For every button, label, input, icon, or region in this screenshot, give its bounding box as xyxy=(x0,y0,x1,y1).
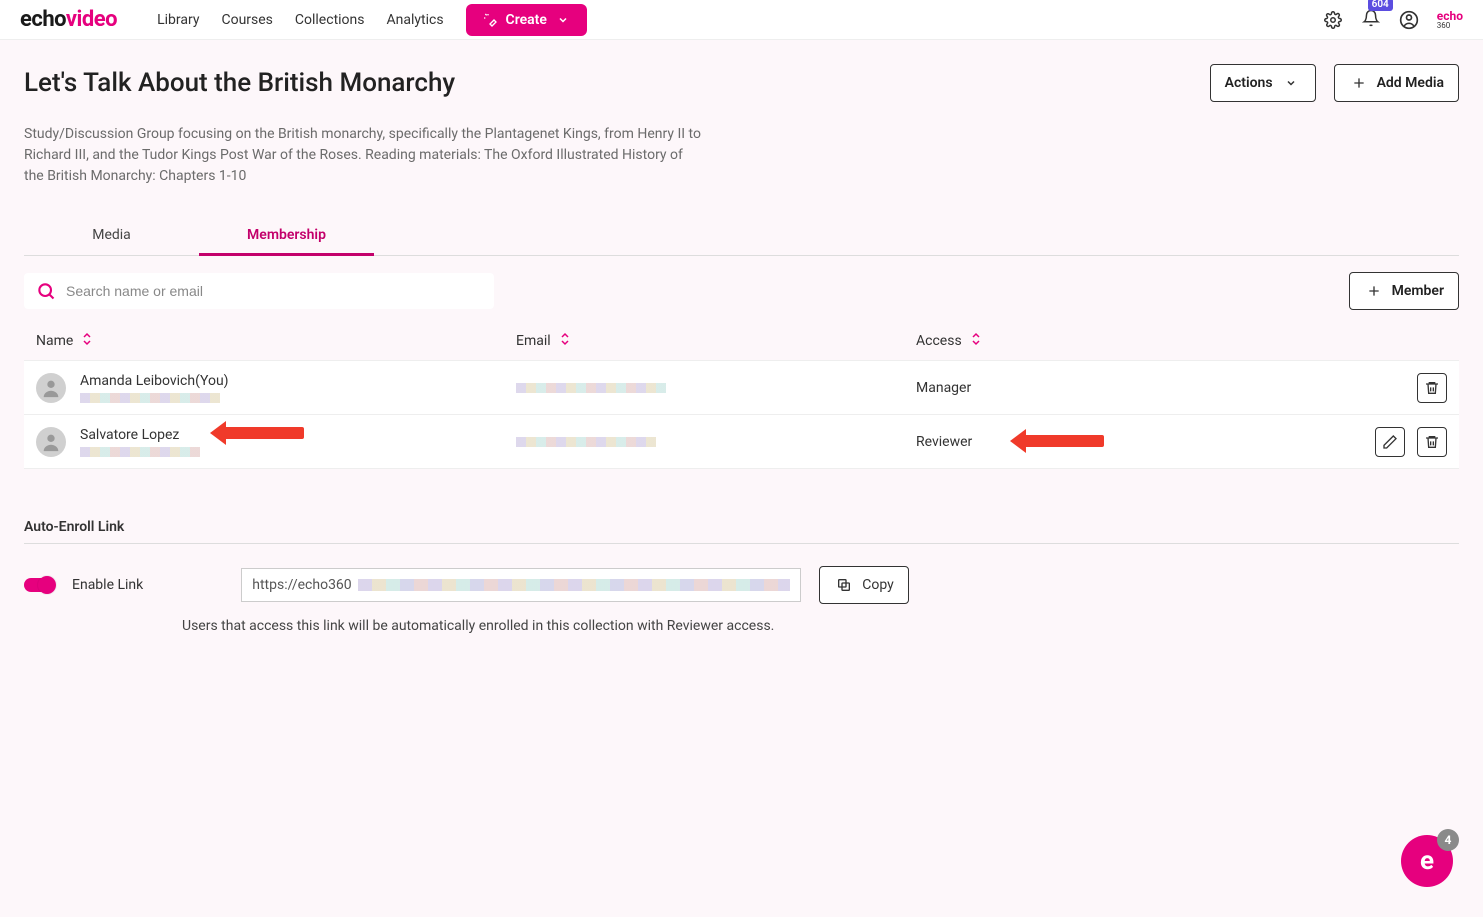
auto-enroll-title: Auto-Enroll Link xyxy=(24,519,1459,535)
col-email[interactable]: Email xyxy=(516,332,916,350)
row-actions xyxy=(1327,373,1447,403)
tab-media[interactable]: Media xyxy=(24,217,199,255)
floating-help-button[interactable]: e 4 xyxy=(1401,835,1453,887)
top-nav: echovideo Library Courses Collections An… xyxy=(0,0,1483,40)
sort-icon xyxy=(559,332,571,350)
tabs: Media Membership xyxy=(24,217,1459,256)
nav-link-courses[interactable]: Courses xyxy=(221,12,272,28)
redacted-subtext xyxy=(80,393,220,403)
table-row: Salvatore Lopez Reviewer xyxy=(24,415,1459,469)
heading-actions: Actions Add Media xyxy=(1210,64,1459,102)
float-glyph: e xyxy=(1420,846,1434,876)
table-header: Name Email Access xyxy=(24,322,1459,361)
col-name-label: Name xyxy=(36,333,73,349)
enable-link-toggle[interactable] xyxy=(24,578,54,592)
page-title: Let's Talk About the British Monarchy xyxy=(24,68,455,98)
heading-row: Let's Talk About the British Monarchy Ac… xyxy=(24,64,1459,102)
delete-button[interactable] xyxy=(1417,373,1447,403)
create-label: Create xyxy=(506,12,547,28)
col-access[interactable]: Access xyxy=(916,332,1327,350)
avatar xyxy=(36,373,66,403)
search-icon xyxy=(36,281,56,301)
nav-link-analytics[interactable]: Analytics xyxy=(387,12,444,28)
plus-icon xyxy=(1364,281,1384,301)
row-actions xyxy=(1327,427,1447,457)
chevron-down-icon xyxy=(1281,73,1301,93)
col-access-label: Access xyxy=(916,333,962,349)
chevron-down-icon xyxy=(553,10,573,30)
auto-enroll-row: Enable Link https://echo360 Copy xyxy=(24,566,1459,604)
user-icon[interactable] xyxy=(1399,10,1419,30)
add-media-label: Add Media xyxy=(1377,75,1444,91)
search-box[interactable] xyxy=(24,273,494,309)
notifications[interactable]: 604 xyxy=(1361,8,1381,31)
nav-link-library[interactable]: Library xyxy=(157,12,199,28)
email-cell xyxy=(516,383,916,393)
logo-text-echo: echo xyxy=(20,7,66,32)
main-content: Let's Talk About the British Monarchy Ac… xyxy=(0,40,1483,658)
logo-text-video: video xyxy=(66,7,117,32)
float-count: 4 xyxy=(1437,829,1459,851)
divider xyxy=(24,543,1459,544)
access-cell: Reviewer xyxy=(916,434,1327,450)
copy-label: Copy xyxy=(862,577,894,593)
controls-row: Member xyxy=(24,272,1459,310)
email-cell xyxy=(516,437,916,447)
member-name: Amanda Leibovich(You) xyxy=(80,373,229,389)
actions-button[interactable]: Actions xyxy=(1210,64,1316,102)
edit-button[interactable] xyxy=(1375,427,1405,457)
gear-icon[interactable] xyxy=(1323,10,1343,30)
auto-enroll-helper: Users that access this link will be auto… xyxy=(182,618,1459,634)
redacted-email xyxy=(516,437,656,447)
small-logo-bottom: 360 xyxy=(1437,22,1463,30)
delete-button[interactable] xyxy=(1417,427,1447,457)
enable-link-label: Enable Link xyxy=(72,577,143,593)
annotation-arrow xyxy=(1024,435,1104,447)
avatar xyxy=(36,427,66,457)
col-name[interactable]: Name xyxy=(36,332,516,350)
nav-links: Library Courses Collections Analytics xyxy=(157,12,443,28)
tab-membership[interactable]: Membership xyxy=(199,217,374,256)
wand-icon xyxy=(480,10,500,30)
redacted-subtext xyxy=(80,447,200,457)
small-logo-top: echo xyxy=(1437,10,1463,22)
nav-link-collections[interactable]: Collections xyxy=(295,12,365,28)
add-media-button[interactable]: Add Media xyxy=(1334,64,1459,102)
plus-icon xyxy=(1349,73,1369,93)
redacted-email xyxy=(516,383,666,393)
col-email-label: Email xyxy=(516,333,551,349)
table-row: Amanda Leibovich(You) Manager xyxy=(24,361,1459,415)
notification-count: 604 xyxy=(1368,0,1393,11)
redacted-link xyxy=(358,579,791,591)
annotation-arrow xyxy=(224,427,304,439)
search-input[interactable] xyxy=(66,283,482,299)
create-button[interactable]: Create xyxy=(466,4,587,36)
link-prefix: https://echo360 xyxy=(252,577,351,593)
access-cell: Manager xyxy=(916,380,1327,396)
link-input-wrap: https://echo360 xyxy=(241,568,801,602)
add-member-button[interactable]: Member xyxy=(1349,272,1459,310)
actions-label: Actions xyxy=(1225,75,1273,91)
copy-button[interactable]: Copy xyxy=(819,566,909,604)
nav-right: 604 echo 360 xyxy=(1323,8,1463,31)
bell-icon xyxy=(1361,8,1381,28)
page-description: Study/Discussion Group focusing on the B… xyxy=(24,124,704,187)
members-table: Name Email Access xyxy=(24,322,1459,469)
small-echo360-logo[interactable]: echo 360 xyxy=(1437,10,1463,30)
user-cell: Amanda Leibovich(You) xyxy=(36,373,516,403)
sort-icon xyxy=(970,332,982,350)
member-label: Member xyxy=(1392,283,1444,299)
copy-icon xyxy=(834,575,854,595)
sort-icon xyxy=(81,332,93,350)
app-logo[interactable]: echovideo xyxy=(20,7,117,32)
member-name: Salvatore Lopez xyxy=(80,427,200,443)
